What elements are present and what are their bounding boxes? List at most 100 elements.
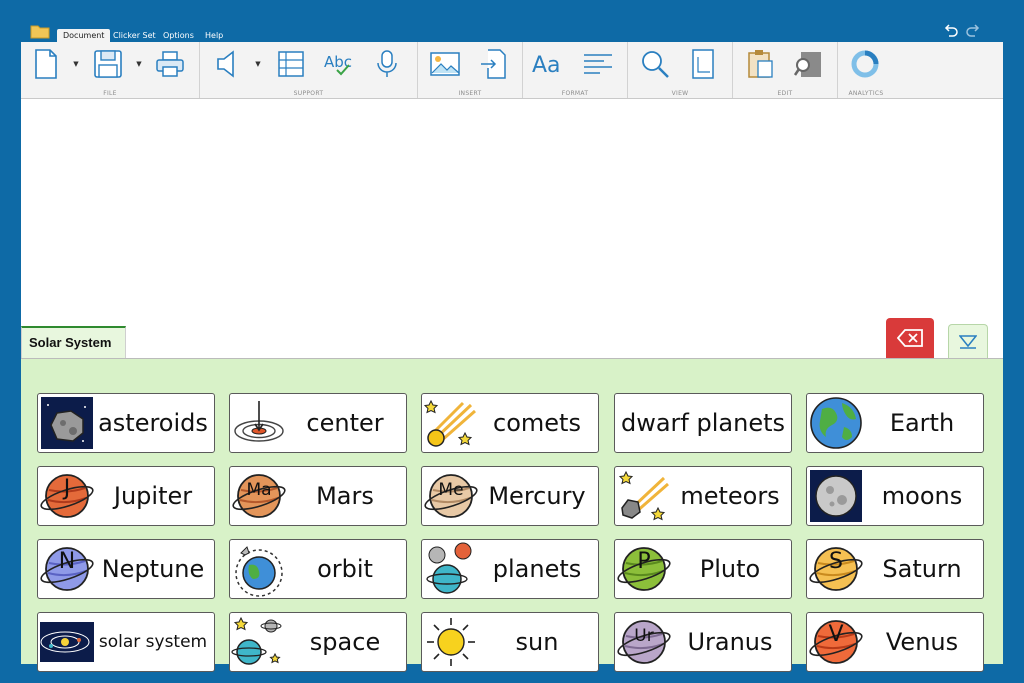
ribbon-group-support: ▼ Abc SUPPORT bbox=[200, 42, 418, 98]
find-replace-button[interactable] bbox=[791, 48, 825, 80]
clicker-cell-label: moons bbox=[881, 482, 963, 510]
clicker-cell-comets[interactable]: comets bbox=[421, 393, 599, 453]
clicker-cell-center[interactable]: center bbox=[229, 393, 407, 453]
insert-picture-icon bbox=[430, 52, 460, 76]
app-window: Document Clicker Set Options Help ▼ ▼ FI… bbox=[21, 20, 1003, 672]
print-button[interactable] bbox=[153, 48, 187, 80]
speaker-icon bbox=[217, 50, 234, 78]
clicker-cell-label: center bbox=[306, 409, 384, 437]
tab-help[interactable]: Help bbox=[199, 29, 229, 42]
new-document-button[interactable] bbox=[29, 48, 63, 80]
speech-button[interactable] bbox=[212, 48, 246, 80]
insert-file-icon bbox=[481, 49, 506, 79]
document-editor[interactable] bbox=[21, 99, 1003, 325]
mercury-icon: Me bbox=[422, 467, 480, 525]
clicker-cell-moons[interactable]: moons bbox=[806, 466, 984, 526]
group-label-view: VIEW bbox=[671, 90, 689, 97]
clicker-cell-space[interactable]: space bbox=[229, 612, 407, 672]
paste-button[interactable] bbox=[743, 48, 777, 80]
ribbon-group-file: ▼ ▼ FILE bbox=[21, 42, 200, 98]
delete-word-button[interactable] bbox=[886, 318, 934, 358]
undo-icon[interactable] bbox=[942, 22, 960, 40]
ribbon-toolbar: ▼ ▼ FILE ▼ Abc SUPPORT INSERT Aa FORMAT … bbox=[21, 42, 1003, 99]
clicker-tab-solar-system[interactable]: Solar System bbox=[21, 326, 126, 359]
save-button[interactable] bbox=[91, 48, 125, 80]
clicker-cell-neptune[interactable]: N Neptune bbox=[37, 539, 215, 599]
group-label-insert: INSERT bbox=[458, 90, 482, 97]
menu-bar: Document Clicker Set Options Help bbox=[21, 20, 1003, 42]
uranus-icon: Ur bbox=[615, 613, 673, 671]
numbered-list-icon bbox=[278, 51, 304, 77]
group-label-edit: EDIT bbox=[777, 90, 793, 97]
print-icon bbox=[156, 51, 184, 77]
clicker-cell-saturn[interactable]: S Saturn bbox=[806, 539, 984, 599]
clicker-cell-pluto[interactable]: P Pluto bbox=[614, 539, 792, 599]
svg-text:N: N bbox=[59, 549, 75, 574]
new-dropdown-chevron-icon[interactable]: ▼ bbox=[72, 60, 80, 68]
clicker-cell-solar-system[interactable]: solar system bbox=[37, 612, 215, 672]
insert-file-button[interactable] bbox=[476, 48, 510, 80]
clicker-cell-venus[interactable]: V Venus bbox=[806, 612, 984, 672]
font-button[interactable]: Aa bbox=[531, 48, 565, 80]
comet-icon bbox=[422, 394, 480, 452]
clicker-cell-label: sun bbox=[515, 628, 559, 656]
insert-picture-button[interactable] bbox=[428, 48, 462, 80]
clicker-cell-asteroids[interactable]: asteroids bbox=[37, 393, 215, 453]
solar-system-icon bbox=[38, 613, 96, 671]
clicker-cell-label: Venus bbox=[885, 628, 959, 656]
clicker-cell-label: Neptune bbox=[101, 555, 205, 583]
clicker-cell-sun[interactable]: sun bbox=[421, 612, 599, 672]
tab-document[interactable]: Document bbox=[57, 29, 111, 42]
ribbon-group-edit: EDIT bbox=[733, 42, 838, 98]
clicker-cell-jupiter[interactable]: J Jupiter bbox=[37, 466, 215, 526]
clicker-cell-mars[interactable]: Ma Mars bbox=[229, 466, 407, 526]
folder-icon[interactable] bbox=[30, 23, 50, 39]
collapse-panel-button[interactable] bbox=[948, 324, 988, 359]
ribbon-group-format: Aa FORMAT bbox=[523, 42, 628, 98]
mars-icon: Ma bbox=[230, 467, 288, 525]
target-center-icon bbox=[230, 394, 288, 452]
backspace-icon bbox=[897, 329, 923, 347]
spellcheck-button[interactable]: Abc bbox=[322, 48, 356, 80]
svg-text:Me: Me bbox=[438, 480, 463, 500]
page-view-button[interactable] bbox=[686, 48, 720, 80]
clicker-tab-label: Solar System bbox=[29, 335, 112, 350]
clicker-cell-label: asteroids bbox=[98, 409, 208, 437]
save-icon bbox=[94, 50, 122, 78]
clicker-cell-earth[interactable]: Earth bbox=[806, 393, 984, 453]
clicker-cell-uranus[interactable]: Ur Uranus bbox=[614, 612, 792, 672]
save-dropdown-chevron-icon[interactable]: ▼ bbox=[135, 60, 143, 68]
clicker-cell-label: comets bbox=[493, 409, 581, 437]
zoom-button[interactable] bbox=[638, 48, 672, 80]
clicker-cell-label: meteors bbox=[680, 482, 780, 510]
clicker-grid-panel: asteroids center comets dwarf planets Earth J… bbox=[21, 358, 1003, 672]
tab-options[interactable]: Options bbox=[157, 29, 200, 42]
word-list-button[interactable] bbox=[274, 48, 308, 80]
sun-icon bbox=[422, 613, 480, 671]
tab-clicker-set[interactable]: Clicker Set bbox=[107, 29, 162, 42]
jupiter-icon: J bbox=[38, 467, 96, 525]
group-label-analytics: ANALYTICS bbox=[848, 90, 884, 97]
orbit-icon bbox=[230, 540, 288, 598]
clicker-cell-label: Earth bbox=[889, 409, 955, 437]
analytics-chart-icon bbox=[851, 50, 879, 78]
group-label-support: SUPPORT bbox=[293, 90, 324, 97]
clicker-cell-mercury[interactable]: Me Mercury bbox=[421, 466, 599, 526]
clicker-cell-label: Uranus bbox=[687, 628, 773, 656]
clicker-cell-planets[interactable]: planets bbox=[421, 539, 599, 599]
analytics-button[interactable] bbox=[848, 48, 882, 80]
clicker-cell-label: Mars bbox=[316, 482, 374, 510]
dictation-button[interactable] bbox=[370, 48, 404, 80]
alignment-button[interactable] bbox=[581, 48, 615, 80]
clicker-cell-label: Jupiter bbox=[113, 482, 193, 510]
clicker-cell-orbit[interactable]: orbit bbox=[229, 539, 407, 599]
clicker-cell-meteors[interactable]: meteors bbox=[614, 466, 792, 526]
clicker-cell-label: Pluto bbox=[699, 555, 761, 583]
svg-text:Abc: Abc bbox=[324, 53, 352, 71]
clicker-cell-label: Saturn bbox=[882, 555, 962, 583]
svg-text:S: S bbox=[829, 549, 843, 574]
clicker-cell-dwarf-planets[interactable]: dwarf planets bbox=[614, 393, 792, 453]
speech-dropdown-chevron-icon[interactable]: ▼ bbox=[254, 60, 262, 68]
align-text-icon bbox=[584, 54, 612, 74]
redo-icon[interactable] bbox=[964, 22, 982, 40]
